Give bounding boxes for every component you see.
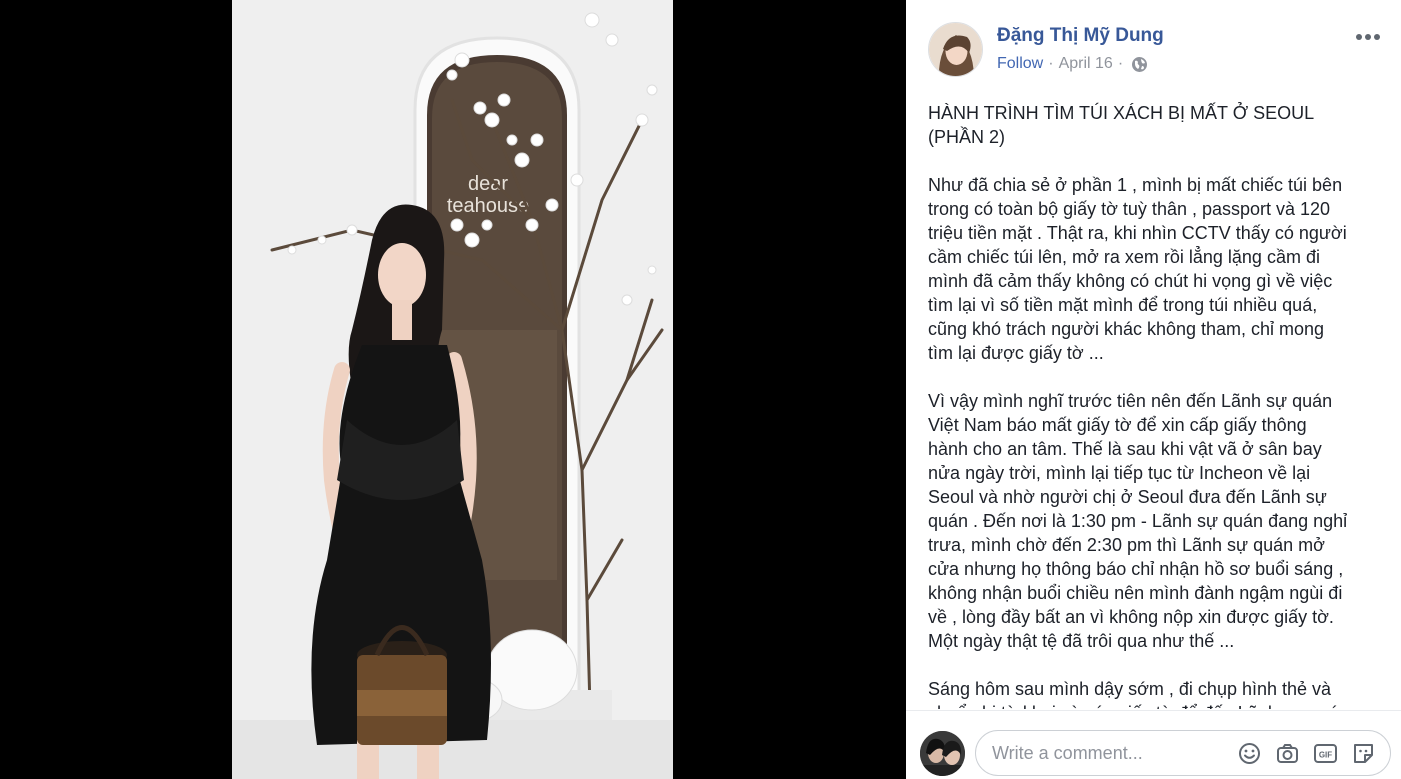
comment-box: GIF <box>975 730 1391 776</box>
current-user-avatar <box>920 731 965 776</box>
scrollbar[interactable] <box>1390 0 1398 709</box>
gif-label: GIF <box>1319 751 1332 760</box>
post-date[interactable]: April 16 <box>1059 55 1113 73</box>
meta-separator: · <box>1117 55 1124 72</box>
comment-input[interactable] <box>992 731 1222 775</box>
author-name[interactable]: Đặng Thị Mỹ Dung <box>997 25 1164 47</box>
camera-icon[interactable] <box>1275 741 1300 766</box>
meta-separator: · <box>1048 55 1054 72</box>
post-paragraph-3: Sáng hôm sau mình dậy sớm , đi chụp hình… <box>928 679 1349 709</box>
follow-button[interactable]: Follow <box>997 55 1043 73</box>
post-title: HÀNH TRÌNH TÌM TÚI XÁCH BỊ MẤT Ở SEOUL (… <box>928 103 1315 147</box>
post-text: HÀNH TRÌNH TÌM TÚI XÁCH BỊ MẤT Ở SEOUL (… <box>928 101 1386 709</box>
post-meta: Follow · April 16 · <box>997 55 1148 73</box>
post-photo[interactable]: dear teahouse <box>232 0 673 779</box>
comment-bar: GIF <box>906 710 1401 779</box>
globe-icon[interactable] <box>1131 56 1148 73</box>
photo-viewer: dear teahouse <box>0 0 906 779</box>
sticker-icon[interactable] <box>1351 741 1376 766</box>
gif-icon[interactable]: GIF <box>1313 741 1338 766</box>
post-header: Đặng Thị Mỹ Dung Follow · April 16 · <box>906 0 1401 90</box>
author-avatar[interactable] <box>928 22 983 77</box>
post-paragraph-2: Vì vậy mình nghĩ trước tiên nên đến Lãnh… <box>928 391 1348 651</box>
post-panel: Đặng Thị Mỹ Dung Follow · April 16 · HÀN… <box>906 0 1401 779</box>
comment-tools: GIF <box>1237 741 1376 766</box>
photo-illustration: dear teahouse <box>232 0 673 779</box>
more-options-icon[interactable] <box>1355 28 1381 46</box>
post-paragraph-1: Như đã chia sẻ ở phần 1 , mình bị mất ch… <box>928 175 1347 363</box>
emoji-icon[interactable] <box>1237 741 1262 766</box>
